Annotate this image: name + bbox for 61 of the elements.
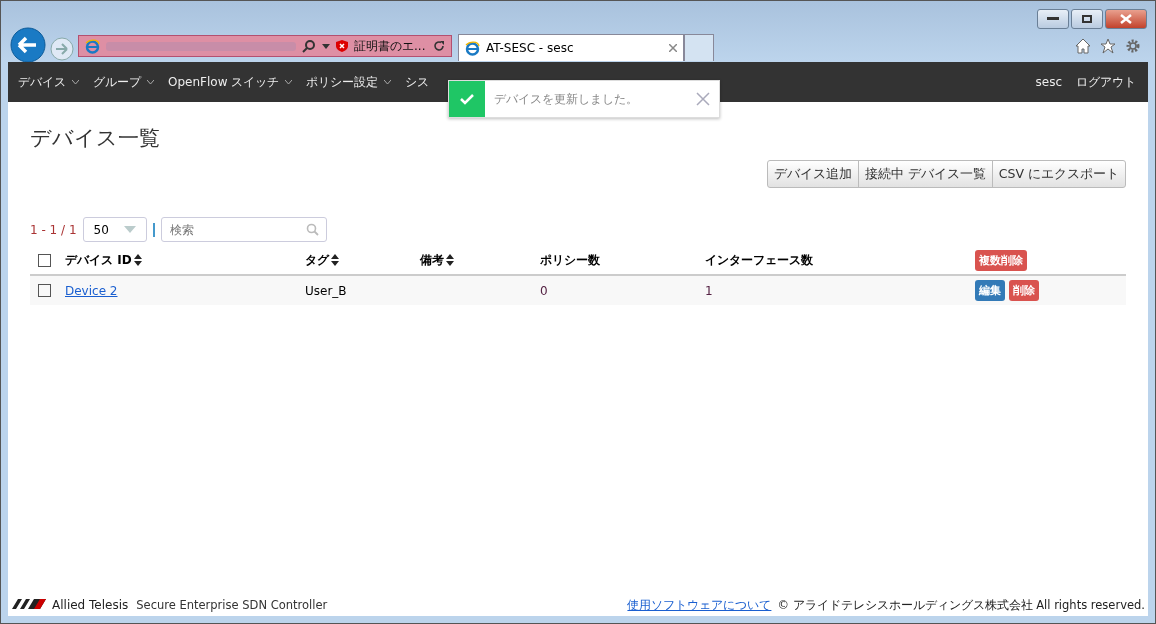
device-link[interactable]: Device 2: [65, 283, 118, 298]
product-name: Secure Enterprise SDN Controller: [136, 598, 328, 612]
copyright: © アライドテレシスホールディングス株式会社 All rights reserved.: [777, 597, 1145, 613]
select-all-checkbox[interactable]: [38, 253, 51, 267]
column-header: ポリシー数: [540, 251, 600, 269]
certificate-error[interactable]: 証明書のエ...: [354, 37, 426, 55]
row-checkbox[interactable]: [38, 284, 51, 297]
sort-icon[interactable]: [446, 254, 454, 266]
toast-message: デバイスを更新しました。: [494, 90, 638, 108]
error-shield-icon: [336, 40, 348, 52]
column-header: インターフェース数: [705, 251, 813, 269]
tab-title: AT-SESC - sesc: [486, 41, 574, 55]
close-button[interactable]: [1105, 9, 1147, 29]
brand-name: Allied Telesis: [52, 598, 129, 612]
maximize-button[interactable]: [1071, 9, 1103, 29]
star-icon[interactable]: [1100, 38, 1116, 54]
browser-logo-icon: [465, 40, 480, 56]
sort-icon[interactable]: [133, 254, 142, 266]
result-range: 1 - 1 / 1: [30, 222, 77, 237]
page-size-select[interactable]: 50: [82, 217, 147, 242]
minimize-button[interactable]: [1037, 9, 1069, 29]
minimize-icon: [1047, 17, 1059, 21]
settings-icon[interactable]: [1125, 38, 1141, 54]
table-cell: 1: [705, 283, 713, 298]
nav-menu-item[interactable]: シス: [399, 73, 436, 91]
caret-icon: [123, 226, 136, 233]
maximize-icon: [1082, 15, 1092, 23]
action-button[interactable]: 接続中 デバイス一覧: [857, 160, 993, 188]
new-tab-button[interactable]: [684, 34, 714, 61]
address-bar[interactable]: 証明書のエ...: [78, 35, 452, 57]
delete-button[interactable]: 削除: [1009, 280, 1039, 301]
column-header: タグ: [305, 251, 329, 269]
bulk-delete-button[interactable]: 複数削除: [975, 249, 1027, 271]
nav-menu-item[interactable]: OpenFlow スイッチ: [162, 73, 299, 91]
nav-menu-item[interactable]: グループ: [87, 73, 160, 91]
close-icon: [1120, 14, 1132, 24]
action-button[interactable]: デバイス追加: [766, 160, 859, 188]
column-header: デバイス ID: [65, 251, 132, 269]
home-icon[interactable]: [1075, 38, 1091, 54]
sort-icon[interactable]: [331, 254, 339, 266]
table-cell: User_B: [305, 283, 347, 298]
column-header: 備考: [420, 251, 444, 269]
search-field[interactable]: 検索: [160, 217, 327, 242]
page-title: デバイス一覧: [30, 125, 161, 152]
user-name[interactable]: sesc: [1029, 75, 1068, 89]
refresh-icon[interactable]: [433, 40, 445, 52]
logout-link[interactable]: ログアウト: [1070, 73, 1142, 91]
search-icon[interactable]: [302, 39, 316, 53]
browser-tab[interactable]: AT-SESC - sesc: [458, 34, 684, 61]
search-icon: [305, 223, 319, 236]
browser-logo-icon: [85, 38, 100, 54]
nav-menu-item[interactable]: デバイス: [12, 73, 85, 91]
back-button[interactable]: [10, 27, 46, 63]
table-cell: 0: [540, 283, 548, 298]
action-button[interactable]: CSV にエクスポート: [991, 160, 1126, 188]
software-link[interactable]: 使用ソフトウェアについて: [627, 597, 772, 613]
edit-button[interactable]: 編集: [975, 280, 1005, 301]
caret-icon[interactable]: [322, 43, 330, 49]
nav-menu-item[interactable]: ポリシー設定: [300, 73, 398, 91]
logo-icon: [12, 598, 46, 612]
close-tab-icon[interactable]: [669, 44, 677, 52]
